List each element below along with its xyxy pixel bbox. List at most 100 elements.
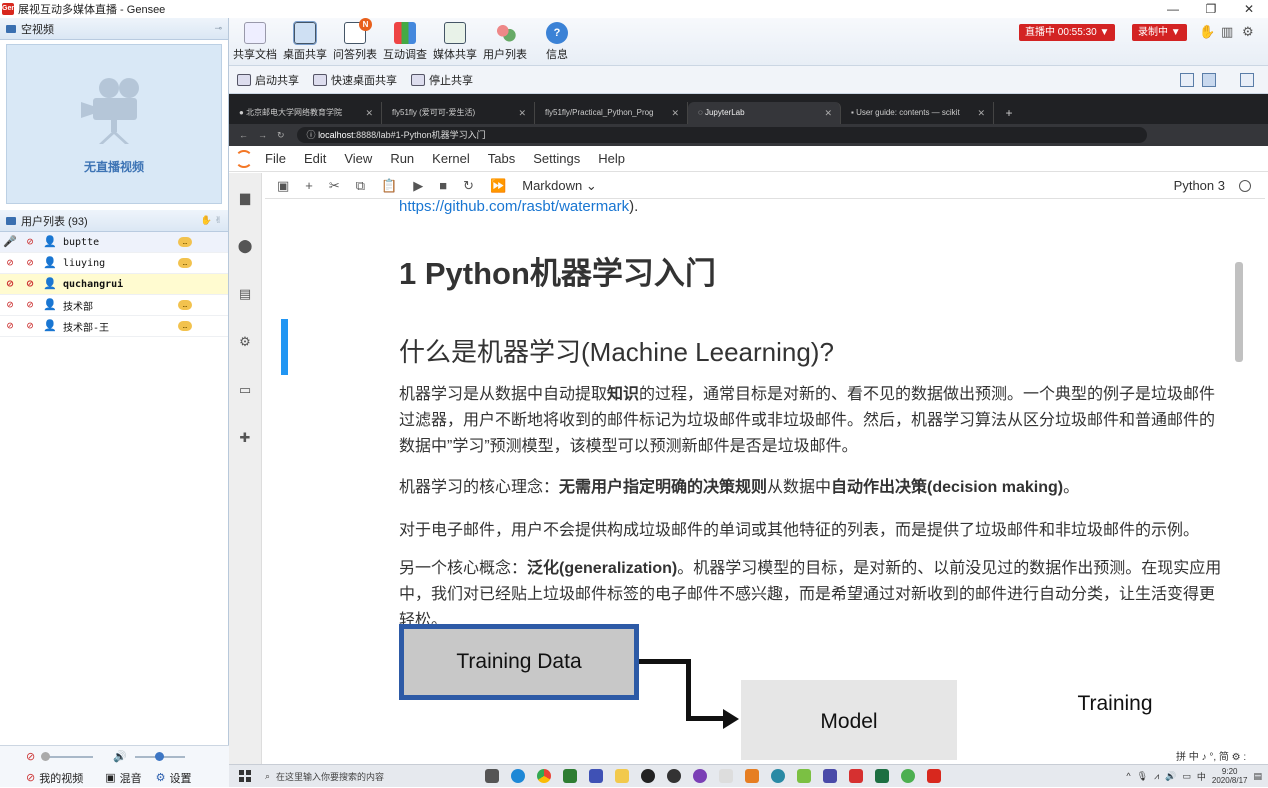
app-icon[interactable]: [823, 769, 837, 783]
browser-tab[interactable]: ● 北京邮电大学网络教育学院 ✕: [229, 102, 382, 124]
mic-off-icon[interactable]: ⊘: [3, 277, 17, 291]
mic-off-icon[interactable]: ⊘: [3, 298, 17, 312]
new-tab-icon[interactable]: +: [994, 102, 1024, 124]
folder-app-icon[interactable]: [615, 769, 629, 783]
app-icon[interactable]: [641, 769, 655, 783]
wechat-icon[interactable]: [797, 769, 811, 783]
tabs-icon[interactable]: ▭: [237, 382, 253, 398]
app-icon[interactable]: [693, 769, 707, 783]
camera-off-icon[interactable]: ⊘: [26, 750, 35, 763]
fit-icon[interactable]: [1180, 72, 1194, 87]
minimize-icon[interactable]: —: [1154, 0, 1192, 18]
camera-off-icon[interactable]: ⊘: [23, 298, 37, 312]
app-icon[interactable]: [745, 769, 759, 783]
restart-icon[interactable]: ↻: [463, 178, 474, 194]
my-video-button[interactable]: 我的视频: [39, 770, 83, 786]
edge-icon[interactable]: [511, 769, 525, 783]
menu-edit[interactable]: Edit: [304, 151, 326, 166]
stop-icon[interactable]: ■: [439, 178, 447, 193]
menu-tabs[interactable]: Tabs: [488, 151, 515, 166]
pin-icon[interactable]: ⊸: [214, 23, 222, 34]
live-status-button[interactable]: 直播中 00:55:30 ▼: [1019, 24, 1116, 41]
share-docs-button[interactable]: 共享文档: [231, 22, 279, 62]
app-icon[interactable]: [719, 769, 733, 783]
user-row[interactable]: ⊘ ⊘ 👤 liuying …: [0, 253, 228, 274]
user-row[interactable]: ⊘ ⊘ 👤 quchangrui: [0, 274, 228, 295]
taskbar-search[interactable]: ⌕ 在这里输入你要搜索的内容: [265, 770, 475, 783]
settings-button[interactable]: 设置: [170, 770, 192, 786]
paste-icon[interactable]: 📋: [381, 178, 397, 194]
windows-start-icon[interactable]: [239, 770, 251, 782]
commands-icon[interactable]: ▤: [237, 286, 253, 302]
app-icon[interactable]: [771, 769, 785, 783]
app-icon[interactable]: [667, 769, 681, 783]
browser-tab[interactable]: ▪ User guide: contents — scikit ✕: [841, 102, 994, 124]
clock[interactable]: 9:20 2020/8/17: [1212, 767, 1248, 785]
extension-icon[interactable]: ✚: [237, 430, 253, 446]
hand-icon[interactable]: ✋: [1199, 24, 1215, 40]
user-row[interactable]: 🎤 ⊘ 👤 buptte …: [0, 232, 228, 253]
menu-kernel[interactable]: Kernel: [432, 151, 470, 166]
actual-size-icon[interactable]: [1202, 72, 1216, 87]
scrollbar-thumb[interactable]: [1235, 262, 1243, 362]
menu-run[interactable]: Run: [390, 151, 414, 166]
menu-view[interactable]: View: [344, 151, 372, 166]
ime-toolbar[interactable]: 拼 中 ♪ °, 简 ⚙ :: [1176, 748, 1247, 763]
chat-icon[interactable]: …: [178, 258, 192, 268]
stop-share-button[interactable]: 停止共享: [411, 72, 473, 88]
mic-tray-icon[interactable]: 🎙: [1137, 771, 1148, 782]
camera-slider[interactable]: [41, 751, 94, 761]
camera-off-icon[interactable]: ⊘: [23, 319, 37, 333]
battery-icon[interactable]: ▭: [1182, 771, 1191, 782]
camera-off-icon[interactable]: ⊘: [23, 256, 37, 270]
save-app-icon[interactable]: [589, 769, 603, 783]
mic-off-icon[interactable]: ⊘: [3, 256, 17, 270]
folder-icon[interactable]: ▆: [237, 190, 253, 206]
close-icon[interactable]: ✕: [1230, 0, 1268, 18]
desktop-share-button[interactable]: 桌面共享: [281, 21, 329, 62]
start-share-button[interactable]: 启动共享: [237, 72, 299, 88]
copy-icon[interactable]: ⧉: [356, 178, 365, 194]
settings-icon[interactable]: ⚙: [156, 771, 166, 784]
chat-icon[interactable]: …: [178, 300, 192, 310]
chat-icon[interactable]: …: [178, 237, 192, 247]
reload-icon[interactable]: ↻: [277, 130, 285, 141]
menu-help[interactable]: Help: [598, 151, 625, 166]
volume-icon[interactable]: 🔊: [1165, 771, 1176, 782]
mix-icon[interactable]: ▣: [105, 771, 115, 784]
save-icon[interactable]: ▣: [277, 178, 289, 194]
add-cell-icon[interactable]: +: [305, 178, 313, 193]
network-icon[interactable]: ⩘: [1154, 771, 1159, 782]
user-row[interactable]: ⊘ ⊘ 👤 技术部-王 …: [0, 316, 228, 337]
forward-icon[interactable]: →: [258, 130, 267, 140]
speaker-icon[interactable]: 🔊: [113, 750, 127, 763]
mic-icon[interactable]: 🎤: [3, 235, 17, 249]
cut-icon[interactable]: ✂: [329, 178, 340, 194]
mic-off-icon[interactable]: ⊘: [3, 319, 17, 333]
menu-settings[interactable]: Settings: [533, 151, 580, 166]
app-icon[interactable]: [849, 769, 863, 783]
task-view-icon[interactable]: [485, 769, 499, 783]
running-icon[interactable]: ⬤: [237, 238, 253, 254]
kernel-name[interactable]: Python 3: [1174, 178, 1225, 193]
browser-tab-active[interactable]: ◌ JupyterLab ✕: [688, 102, 841, 124]
excel-icon[interactable]: [875, 769, 889, 783]
browser-tab[interactable]: fly51fly/Practical_Python_Prog ✕: [535, 102, 688, 124]
gensee-icon[interactable]: [927, 769, 941, 783]
ime-indicator[interactable]: 中: [1197, 770, 1206, 783]
cell-type-select[interactable]: Markdown ⌄: [522, 178, 596, 194]
camera-off-icon[interactable]: ⊘: [23, 235, 37, 249]
survey-button[interactable]: 互动调查: [381, 22, 429, 62]
menu-file[interactable]: File: [265, 151, 286, 166]
tray-arrow-icon[interactable]: ^: [1126, 771, 1130, 781]
run-icon[interactable]: ▶: [413, 178, 423, 194]
url-field[interactable]: ⓘ localhost:8888/lab#1-Python机器学习入门: [296, 127, 1147, 143]
back-icon[interactable]: ←: [239, 130, 248, 140]
camera-off-icon[interactable]: ⊘: [23, 277, 37, 291]
recording-button[interactable]: 录制中 ▼: [1132, 24, 1187, 41]
browser-tab[interactable]: fly51fly (爱可可-爱生活) ✕: [382, 102, 535, 124]
mix-button[interactable]: 混音: [120, 770, 142, 786]
qa-list-button[interactable]: N 问答列表: [331, 18, 379, 62]
layout-icon[interactable]: ▥: [1221, 24, 1233, 40]
notification-icon[interactable]: ▤: [1253, 771, 1262, 782]
